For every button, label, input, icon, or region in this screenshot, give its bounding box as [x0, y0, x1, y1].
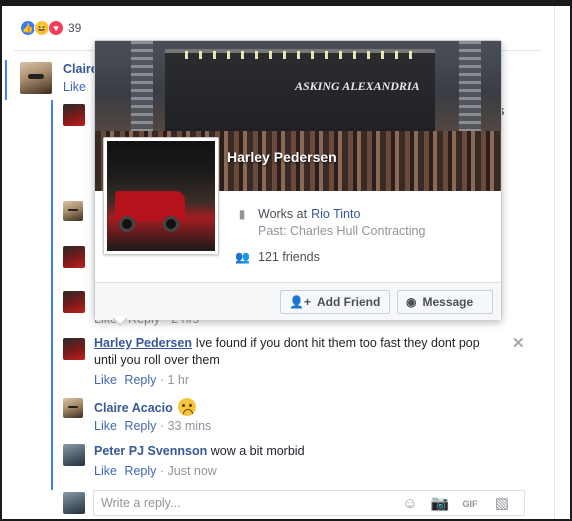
work-row: ▮ Works at Rio Tinto [235, 207, 361, 221]
card-footer: 👤+ Add Friend ◉ Message [95, 282, 501, 320]
like-link[interactable]: Like [94, 373, 117, 387]
avatar[interactable] [20, 62, 52, 94]
wheel [119, 216, 135, 232]
friends-count[interactable]: 121 friends [258, 250, 320, 264]
scrollbar[interactable] [554, 6, 570, 519]
like-link[interactable]: Like [63, 80, 86, 94]
message-label: Message [422, 295, 474, 309]
friends-row: 👥 121 friends [235, 250, 320, 264]
reply-meta: Like Reply · Just now [94, 464, 217, 478]
reply-meta: Like Reply · 33 mins [94, 419, 212, 433]
emoji-icon[interactable]: ☺ [400, 494, 420, 514]
add-friend-button[interactable]: 👤+ Add Friend [280, 290, 390, 314]
add-friend-icon: 👤+ [289, 295, 311, 309]
avatar[interactable] [63, 246, 85, 268]
like-link[interactable]: Like [94, 419, 117, 433]
reply-author[interactable]: Peter PJ Svennson [94, 444, 207, 458]
card-caret [112, 317, 128, 326]
reply-input[interactable]: Write a reply... ☺ 📷 GIF ▧ [93, 490, 525, 516]
timestamp[interactable]: 33 mins [168, 419, 212, 433]
wheel [163, 216, 179, 232]
avatar[interactable] [63, 398, 83, 418]
comment-thread-line [5, 60, 7, 100]
works-prefix: Works at [258, 207, 308, 221]
reply-text-cont: until you roll over them [94, 353, 220, 367]
messenger-icon: ◉ [406, 295, 417, 309]
avatar[interactable] [63, 338, 85, 360]
close-icon[interactable]: ✕ [512, 334, 525, 352]
avatar[interactable] [63, 291, 85, 313]
reply-text: Ive found if you dont hit them too fast … [195, 336, 480, 350]
reply-placeholder: Write a reply... [101, 496, 181, 510]
reply-author[interactable]: Harley Pedersen [94, 336, 192, 350]
avatar [63, 492, 85, 514]
past-work: Past: Charles Hull Contracting [258, 224, 426, 238]
comment-author[interactable]: Claire [63, 62, 98, 76]
reply-thread-line [51, 100, 53, 490]
card-name[interactable]: Harley Pedersen [227, 149, 337, 165]
profile-picture[interactable] [103, 137, 219, 255]
camera-icon[interactable]: 📷 [430, 494, 450, 514]
avatar[interactable] [63, 104, 85, 126]
stage-sign: ASKING ALEXANDRIA [295, 79, 420, 93]
sticker-icon[interactable]: ▧ [492, 494, 512, 514]
love-icon: ♥ [48, 20, 64, 36]
message-button[interactable]: ◉ Message [397, 290, 493, 314]
reply-author[interactable]: Claire Acacio [94, 401, 173, 415]
reply-text: wow a bit morbid [210, 444, 305, 458]
reply-meta: Like Reply · 1 hr [94, 373, 190, 387]
add-friend-label: Add Friend [316, 295, 381, 309]
reply-link[interactable]: Reply [124, 373, 156, 387]
stage-lights [185, 51, 415, 59]
reply-link[interactable]: Reply [124, 419, 156, 433]
avatar[interactable] [63, 444, 85, 466]
timestamp[interactable]: Just now [168, 464, 217, 478]
gif-icon[interactable]: GIF [460, 494, 480, 514]
reply-body: Peter PJ Svennson wow a bit morbid [94, 443, 305, 460]
like-link[interactable]: Like [94, 464, 117, 478]
profile-hover-card[interactable]: ASKING ALEXANDRIA Harley Pedersen ▮ Work… [94, 40, 502, 320]
sad-face-icon [178, 398, 197, 416]
friends-icon: 👥 [235, 250, 250, 264]
reply-body: Claire Acacio [94, 398, 197, 417]
company-link[interactable]: Rio Tinto [311, 207, 360, 221]
reply-body: Harley Pedersen Ive found if you dont hi… [94, 335, 504, 369]
avatar[interactable] [63, 201, 83, 221]
briefcase-icon: ▮ [238, 207, 246, 221]
reactions-summary[interactable]: 👍 😆 ♥ 39 [20, 20, 81, 36]
reaction-count[interactable]: 39 [68, 21, 81, 35]
timestamp[interactable]: 1 hr [168, 373, 190, 387]
reply-link[interactable]: Reply [124, 464, 156, 478]
